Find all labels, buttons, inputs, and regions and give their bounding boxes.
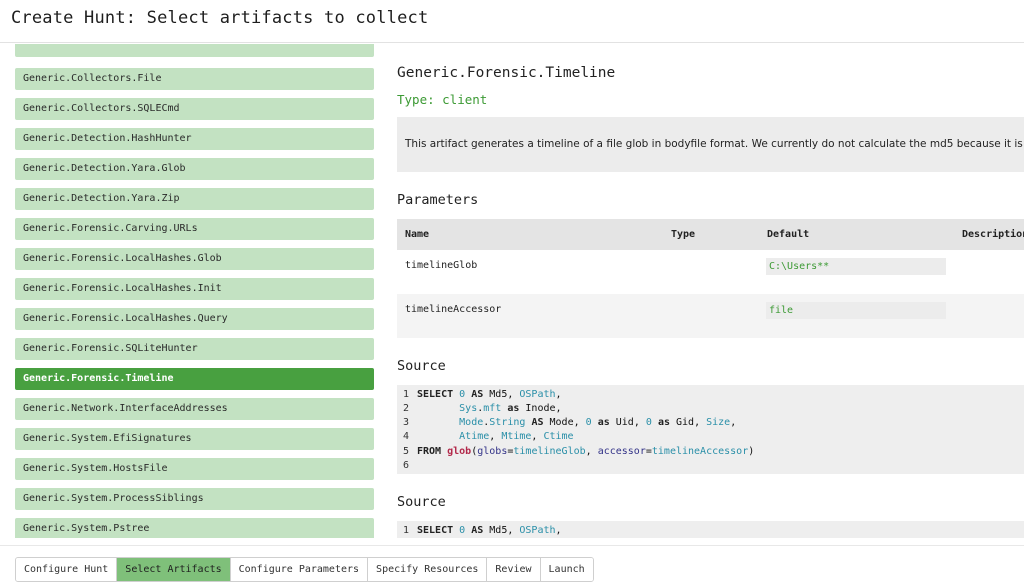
artifact-list-item[interactable]: Generic.Detection.Yara.Zip bbox=[15, 188, 374, 210]
artifact-list-item[interactable]: Generic.Forensic.LocalHashes.Init bbox=[15, 278, 374, 300]
artifact-list-item[interactable]: Generic.Detection.HashHunter bbox=[15, 128, 374, 150]
code-line: Mode.String AS Mode, 0 as Uid, 0 as Gid,… bbox=[459, 417, 737, 428]
column-header-type: Type bbox=[671, 229, 696, 240]
step-specify-resources[interactable]: Specify Resources bbox=[368, 558, 488, 581]
param-default: file bbox=[766, 302, 946, 319]
column-header-name: Name bbox=[405, 229, 430, 240]
page-header: Create Hunt: Select artifacts to collect bbox=[0, 0, 1024, 43]
parameters-heading: Parameters bbox=[397, 192, 479, 208]
artifact-list-item[interactable]: Generic.Forensic.Carving.URLs bbox=[15, 218, 374, 240]
param-name: timelineGlob bbox=[405, 260, 478, 271]
artifact-list-item[interactable]: Generic.Collectors.File bbox=[15, 68, 374, 90]
step-launch[interactable]: Launch bbox=[540, 558, 593, 581]
artifact-list-item[interactable]: Generic.Detection.Yara.Glob bbox=[15, 158, 374, 180]
artifact-list-item[interactable]: Generic.System.HostsFile bbox=[15, 458, 374, 480]
line-number: 5 bbox=[403, 446, 410, 457]
artifact-type: Type: client bbox=[397, 92, 488, 107]
column-header-default: Default bbox=[767, 229, 810, 240]
code-line: FROM glob(globs=timelineGlob, accessor=t… bbox=[417, 446, 755, 457]
line-number: 6 bbox=[403, 460, 410, 471]
artifact-list-item-partial[interactable] bbox=[15, 44, 374, 57]
line-number: 1 bbox=[403, 525, 410, 536]
table-row: timelineGlob C:\Users** bbox=[397, 250, 1024, 294]
artifact-list-item-selected[interactable]: Generic.Forensic.Timeline bbox=[15, 368, 374, 390]
code-line: SELECT 0 AS Md5, OSPath, bbox=[417, 389, 562, 400]
artifact-list-item[interactable]: Generic.Collectors.SQLECmd bbox=[15, 98, 374, 120]
param-name: timelineAccessor bbox=[405, 304, 502, 315]
artifact-list-item[interactable]: Generic.System.Pstree bbox=[15, 518, 374, 538]
artifact-description-text: This artifact generates a timeline of a … bbox=[405, 138, 1023, 150]
code-line: Atime, Mtime, Ctime bbox=[459, 431, 574, 442]
source-heading: Source bbox=[397, 358, 446, 374]
artifact-description: This artifact generates a timeline of a … bbox=[397, 117, 1024, 172]
wizard-footer: Configure Hunt Select Artifacts Configur… bbox=[0, 545, 1024, 583]
artifact-list-item[interactable]: Generic.Forensic.LocalHashes.Glob bbox=[15, 248, 374, 270]
column-header-description: Description bbox=[962, 229, 1024, 240]
artifact-list-item[interactable]: Generic.System.ProcessSiblings bbox=[15, 488, 374, 510]
table-row: timelineAccessor file bbox=[397, 294, 1024, 338]
artifact-list[interactable]: Generic.Collectors.File Generic.Collecto… bbox=[0, 44, 390, 538]
step-configure-parameters[interactable]: Configure Parameters bbox=[230, 558, 369, 581]
source-heading-2: Source bbox=[397, 494, 446, 510]
line-number: 2 bbox=[403, 403, 410, 414]
parameters-table-header: Name Type Default Description bbox=[397, 219, 1024, 250]
source-code-block: 1 2 3 4 5 6 SELECT 0 AS Md5, OSPath, Sys… bbox=[397, 385, 1024, 474]
artifact-title: Generic.Forensic.Timeline bbox=[397, 65, 616, 81]
step-configure-hunt[interactable]: Configure Hunt bbox=[16, 558, 118, 581]
step-review[interactable]: Review bbox=[487, 558, 541, 581]
line-number: 1 bbox=[403, 389, 410, 400]
artifact-list-item[interactable]: Generic.Forensic.LocalHashes.Query bbox=[15, 308, 374, 330]
wizard-steps: Configure Hunt Select Artifacts Configur… bbox=[15, 557, 594, 582]
artifact-list-item[interactable]: Generic.Network.InterfaceAddresses bbox=[15, 398, 374, 420]
code-line: SELECT 0 AS Md5, OSPath, bbox=[417, 525, 562, 536]
param-default: C:\Users** bbox=[766, 258, 946, 275]
step-select-artifacts[interactable]: Select Artifacts bbox=[117, 558, 231, 581]
source-code-block-2: 1 SELECT 0 AS Md5, OSPath, bbox=[397, 521, 1024, 538]
artifact-list-item[interactable]: Generic.Forensic.SQLiteHunter bbox=[15, 338, 374, 360]
artifact-detail-panel: Generic.Forensic.Timeline Type: client T… bbox=[390, 44, 1024, 538]
artifact-list-item[interactable]: Generic.System.EfiSignatures bbox=[15, 428, 374, 450]
line-number: 4 bbox=[403, 431, 410, 442]
page-title: Create Hunt: Select artifacts to collect bbox=[11, 8, 429, 28]
line-number: 3 bbox=[403, 417, 410, 428]
code-line: Sys.mft as Inode, bbox=[459, 403, 562, 414]
